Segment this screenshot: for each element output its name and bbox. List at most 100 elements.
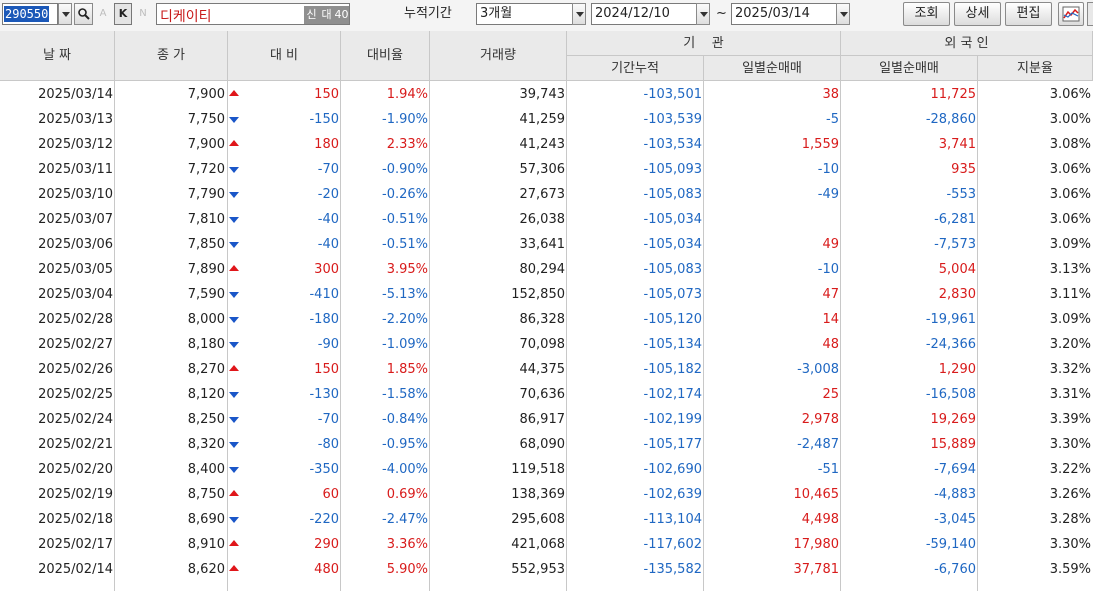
inst-daily-cell: -3,008 [797, 362, 839, 377]
inst-daily-cell: 47 [822, 287, 839, 302]
foreign-ratio-cell: 3.08% [1049, 137, 1091, 152]
volume-cell: 86,917 [519, 412, 566, 427]
change-rate-cell: -2.47% [382, 512, 428, 527]
foreign-daily-cell: -6,281 [934, 212, 976, 227]
table-row[interactable]: 2025/03/13 7,750 -150 -1.90% 41,259 -103,539 -… [0, 107, 1093, 132]
change-rate-cell: 3.95% [386, 262, 428, 277]
period-select[interactable]: 3개월 [476, 3, 573, 25]
inst-daily-cell: 2,978 [801, 412, 839, 427]
change-cell: 60 [322, 487, 339, 502]
a-toggle[interactable]: A [96, 3, 110, 25]
tag-40: 40 [334, 6, 349, 24]
change-cell: -90 [317, 337, 339, 352]
chart-button[interactable] [1058, 2, 1084, 26]
inst-cum-cell: -105,182 [643, 362, 702, 377]
col-header-inst-daily[interactable]: 일별순매매 [704, 56, 841, 81]
change-cell: -150 [309, 112, 339, 127]
column-divider [227, 81, 228, 591]
date-cell: 2025/03/12 [38, 137, 113, 152]
table-row[interactable]: 2025/02/19 8,750 60 0.69% 138,369 -102,639 10,… [0, 482, 1093, 507]
table-row[interactable]: 2025/02/28 8,000 -180 -2.20% 86,328 -105,120 1… [0, 307, 1093, 332]
change-cell: -410 [309, 287, 339, 302]
table-row[interactable]: 2025/02/14 8,620 480 5.90% 552,953 -135,582 37… [0, 557, 1093, 582]
col-header-foreign-ratio[interactable]: 지분율 [978, 56, 1093, 81]
table-row[interactable]: 2025/03/05 7,890 300 3.95% 80,294 -105,083 -10… [0, 257, 1093, 282]
edit-button[interactable]: 편집 [1005, 2, 1052, 26]
change-cell: -40 [317, 212, 339, 227]
foreign-daily-cell: -7,573 [934, 237, 976, 252]
col-header-foreign-daily[interactable]: 일별순매매 [841, 56, 978, 81]
close-cell: 7,790 [187, 187, 225, 202]
foreign-daily-cell: -4,883 [934, 487, 976, 502]
table-row[interactable]: 2025/02/25 8,120 -130 -1.58% 70,636 -102,174 2… [0, 382, 1093, 407]
column-divider [114, 81, 115, 591]
tag-new: 신 [304, 6, 319, 24]
chart-icon [1062, 6, 1080, 22]
col-header-change-rate[interactable]: 대비율 [341, 31, 430, 81]
table-row[interactable]: 2025/03/04 7,590 -410 -5.13% 152,850 -105,073… [0, 282, 1093, 307]
inst-daily-cell: 25 [822, 387, 839, 402]
table-row[interactable]: 2025/02/21 8,320 -80 -0.95% 68,090 -105,177 -2… [0, 432, 1093, 457]
table-row[interactable]: 2025/03/12 7,900 180 2.33% 41,243 -103,534 1,5… [0, 132, 1093, 157]
col-header-date[interactable]: 날 짜 [0, 31, 115, 81]
change-rate-cell: 1.94% [386, 87, 428, 102]
volume-cell: 138,369 [511, 487, 565, 502]
close-cell: 8,120 [187, 387, 225, 402]
change-rate-cell: -0.95% [382, 437, 428, 452]
col-header-close[interactable]: 종 가 [115, 31, 228, 81]
date-cell: 2025/02/14 [38, 562, 113, 577]
close-cell: 8,320 [187, 437, 225, 452]
date-from-field[interactable]: 2024/12/10 [591, 3, 697, 25]
table-row[interactable]: 2025/03/07 7,810 -40 -0.51% 26,038 -105,034 -6… [0, 207, 1093, 232]
volume-cell: 421,068 [511, 537, 565, 552]
date-to-field[interactable]: 2025/03/14 [731, 3, 837, 25]
foreign-daily-cell: 19,269 [930, 412, 977, 427]
query-button[interactable]: 조회 [903, 2, 950, 26]
volume-cell: 26,038 [519, 212, 566, 227]
close-cell: 7,850 [187, 237, 225, 252]
close-cell: 8,750 [187, 487, 225, 502]
table-row[interactable]: 2025/03/14 7,900 150 1.94% 39,743 -103,501 38 1… [0, 82, 1093, 107]
close-cell: 7,590 [187, 287, 225, 302]
table-row[interactable]: 2025/02/18 8,690 -220 -2.47% 295,608 -113,104… [0, 507, 1093, 532]
more-button[interactable] [1087, 2, 1093, 26]
change-cell: 180 [314, 137, 339, 152]
foreign-ratio-cell: 3.30% [1049, 537, 1091, 552]
column-divider [840, 81, 841, 591]
foreign-daily-cell: 1,290 [938, 362, 976, 377]
stock-code-dropdown-button[interactable] [58, 3, 72, 25]
change-cell: 150 [314, 362, 339, 377]
table-row[interactable]: 2025/02/20 8,400 -350 -4.00% 119,518 -102,690… [0, 457, 1093, 482]
col-header-change[interactable]: 대 비 [228, 31, 341, 81]
table-row[interactable]: 2025/03/06 7,850 -40 -0.51% 33,641 -105,034 49… [0, 232, 1093, 257]
foreign-ratio-cell: 3.09% [1049, 237, 1091, 252]
foreign-ratio-cell: 3.32% [1049, 362, 1091, 377]
date-cell: 2025/02/21 [38, 437, 113, 452]
volume-cell: 152,850 [511, 287, 565, 302]
col-header-inst-cum[interactable]: 기간누적 [567, 56, 704, 81]
col-header-volume[interactable]: 거래량 [430, 31, 567, 81]
change-cell: -180 [309, 312, 339, 327]
table-row[interactable]: 2025/02/27 8,180 -90 -1.09% 70,098 -105,134 48… [0, 332, 1093, 357]
n-toggle[interactable]: N [136, 3, 150, 25]
volume-cell: 86,328 [519, 312, 566, 327]
change-rate-cell: 1.85% [386, 362, 428, 377]
change-cell: 300 [314, 262, 339, 277]
k-toggle-button[interactable]: K [114, 3, 132, 25]
date-to-calendar-button[interactable] [836, 3, 850, 25]
period-dropdown-button[interactable] [572, 3, 586, 25]
search-button[interactable] [74, 3, 93, 25]
table-row[interactable]: 2025/03/11 7,720 -70 -0.90% 57,306 -105,093 -1… [0, 157, 1093, 182]
foreign-ratio-cell: 3.28% [1049, 512, 1091, 527]
close-cell: 8,000 [187, 312, 225, 327]
table-row[interactable]: 2025/02/17 8,910 290 3.36% 421,068 -117,602 17… [0, 532, 1093, 557]
detail-button[interactable]: 상세 [954, 2, 1001, 26]
table-row[interactable]: 2025/02/26 8,270 150 1.85% 44,375 -105,182 -3,… [0, 357, 1093, 382]
volume-cell: 39,743 [519, 87, 566, 102]
stock-code-input[interactable]: 290550 [2, 3, 58, 25]
table-row[interactable]: 2025/03/10 7,790 -20 -0.26% 27,673 -105,083 -4… [0, 182, 1093, 207]
date-from-calendar-button[interactable] [696, 3, 710, 25]
table-row[interactable]: 2025/02/24 8,250 -70 -0.84% 86,917 -102,199 2,… [0, 407, 1093, 432]
inst-daily-cell: 38 [822, 87, 839, 102]
foreign-daily-cell: -553 [946, 187, 976, 202]
